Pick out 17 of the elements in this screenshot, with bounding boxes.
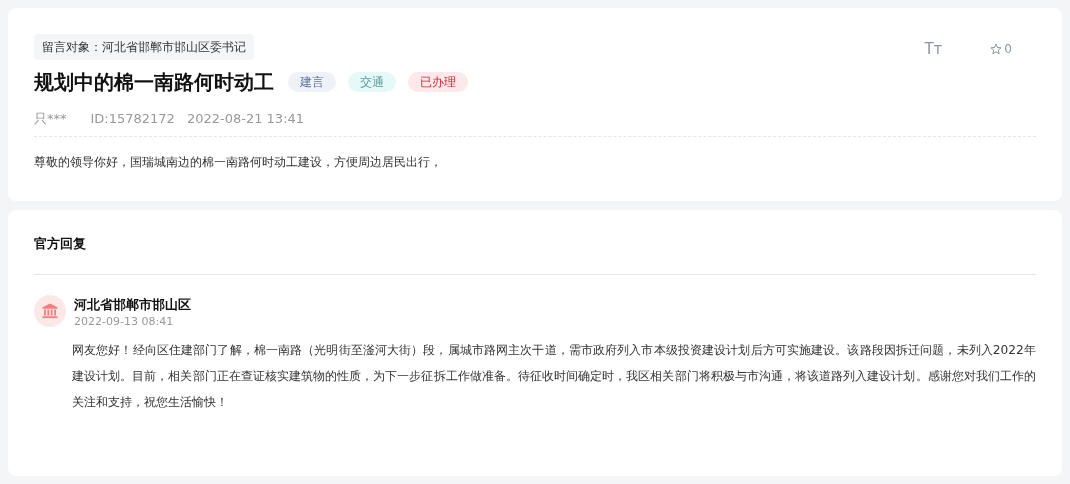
- favorite-button[interactable]: 0: [990, 40, 1012, 59]
- star-icon: [990, 43, 1003, 56]
- reply-body: 网友您好！经向区住建部门了解，棉一南路（光明街至滏河大街）段，属城市路网主次干道，需市政府列入市本级投资建设计划后方可实施建设。该路段因拆迁问题，未列入2022年建设计划。目前，相关部门正在查证核实建筑物的性质，为下一步征拆工作做准备。待征收时间确定时，我区相关部门将积极与市沟通，将该道路列入建设计划。感谢您对我们工作的关注和支持，祝您生活愉快！: [72, 341, 1036, 411]
- tag: 交通: [348, 71, 396, 92]
- post-time: 2022-08-21 13:41: [186, 109, 305, 128]
- author-name: 只***: [34, 109, 67, 128]
- message-id: ID:15782172: [90, 109, 175, 128]
- tag: 建言: [288, 71, 336, 92]
- message-body: 尊敬的领导你好，国瑞城南边的棉一南路何时动工建设，方便周边居民出行，: [34, 154, 443, 171]
- message-target: 留言对象：河北省邯郸市邯山区委书记: [34, 34, 254, 60]
- reply-heading: 官方回复: [34, 234, 1036, 275]
- building-icon: [41, 301, 59, 320]
- reply-time: 2022-09-13 08:41: [74, 314, 175, 330]
- message-title: 规划中的棉一南路何时动工: [34, 68, 274, 96]
- department-name: 河北省邯郸市邯山区: [74, 295, 191, 314]
- font-size-button[interactable]: Tт: [924, 38, 943, 61]
- tag: 已办理: [408, 71, 468, 92]
